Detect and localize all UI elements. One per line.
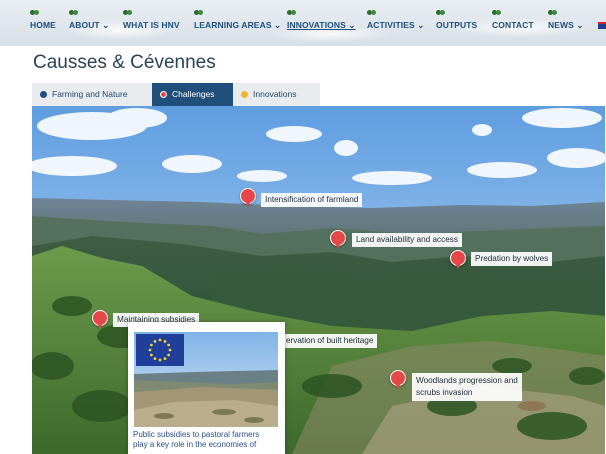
hnv-dots-icon bbox=[30, 10, 56, 16]
nav-what-is-hnv[interactable]: WHAT IS HNV bbox=[123, 10, 180, 30]
popup-card[interactable]: Public subsidies to pastoral farmers pla… bbox=[128, 322, 285, 454]
marker-label[interactable]: Woodlands progression and scrubs invasio… bbox=[412, 373, 522, 401]
marker-wolves[interactable] bbox=[450, 250, 466, 270]
nav-contact[interactable]: CONTACT bbox=[492, 10, 534, 30]
tab-label: Challenges bbox=[172, 89, 215, 99]
marker-woodlands[interactable] bbox=[390, 370, 406, 390]
tab-challenges[interactable]: Challenges bbox=[152, 83, 233, 106]
nav-learning-areas[interactable]: LEARNING AREAS ⌄ bbox=[194, 10, 281, 31]
landscape-illustration bbox=[32, 106, 605, 454]
marker-subsidies[interactable] bbox=[92, 310, 108, 330]
nav-about[interactable]: ABOUT ⌄ bbox=[69, 10, 109, 31]
hnv-dots-icon bbox=[123, 10, 180, 16]
marker-land-access[interactable] bbox=[330, 230, 346, 250]
hnv-dots-icon bbox=[367, 10, 424, 16]
blue-dot-icon bbox=[40, 91, 47, 98]
tab-farming-and-nature[interactable]: Farming and Nature bbox=[32, 83, 152, 106]
hnv-dots-icon bbox=[436, 10, 477, 16]
hnv-dots-icon bbox=[492, 10, 534, 16]
page-title: Causses & Cévennes bbox=[33, 52, 216, 73]
nav-innovations[interactable]: INNOVATIONS ⌄ bbox=[287, 10, 356, 31]
nav-news[interactable]: NEWS ⌄ bbox=[548, 10, 584, 31]
hnv-dots-icon bbox=[194, 10, 281, 16]
popup-caption: Public subsidies to pastoral farmers pla… bbox=[133, 430, 260, 449]
marker-label[interactable]: Land availability and access bbox=[352, 233, 462, 247]
tab-innovations[interactable]: Innovations bbox=[233, 83, 320, 106]
nav-activities[interactable]: ACTIVITIES ⌄ bbox=[367, 10, 424, 31]
hnv-dots-icon bbox=[548, 10, 584, 16]
uk-flag-icon[interactable] bbox=[598, 22, 606, 29]
hnv-dots-icon bbox=[69, 10, 109, 16]
eu-flag-icon bbox=[136, 334, 184, 366]
landscape-map[interactable]: Intensification of farmland Land availab… bbox=[32, 106, 605, 454]
marker-label[interactable]: ervation of built heritage bbox=[282, 334, 378, 348]
top-navigation: HOME ABOUT ⌄ WHAT IS HNV LEARNING AREAS … bbox=[0, 0, 606, 46]
marker-label[interactable]: Predation by wolves bbox=[471, 252, 553, 266]
marker-label[interactable]: Intensification of farmland bbox=[261, 193, 363, 207]
nav-home[interactable]: HOME bbox=[30, 10, 56, 30]
hnv-dots-icon bbox=[287, 10, 356, 16]
nav-outputs[interactable]: OUTPUTS bbox=[436, 10, 477, 30]
yellow-dot-icon bbox=[241, 91, 248, 98]
tab-label: Innovations bbox=[253, 89, 297, 99]
tab-label: Farming and Nature bbox=[52, 89, 128, 99]
marker-intensification[interactable] bbox=[240, 188, 256, 208]
red-dot-icon bbox=[160, 91, 167, 98]
